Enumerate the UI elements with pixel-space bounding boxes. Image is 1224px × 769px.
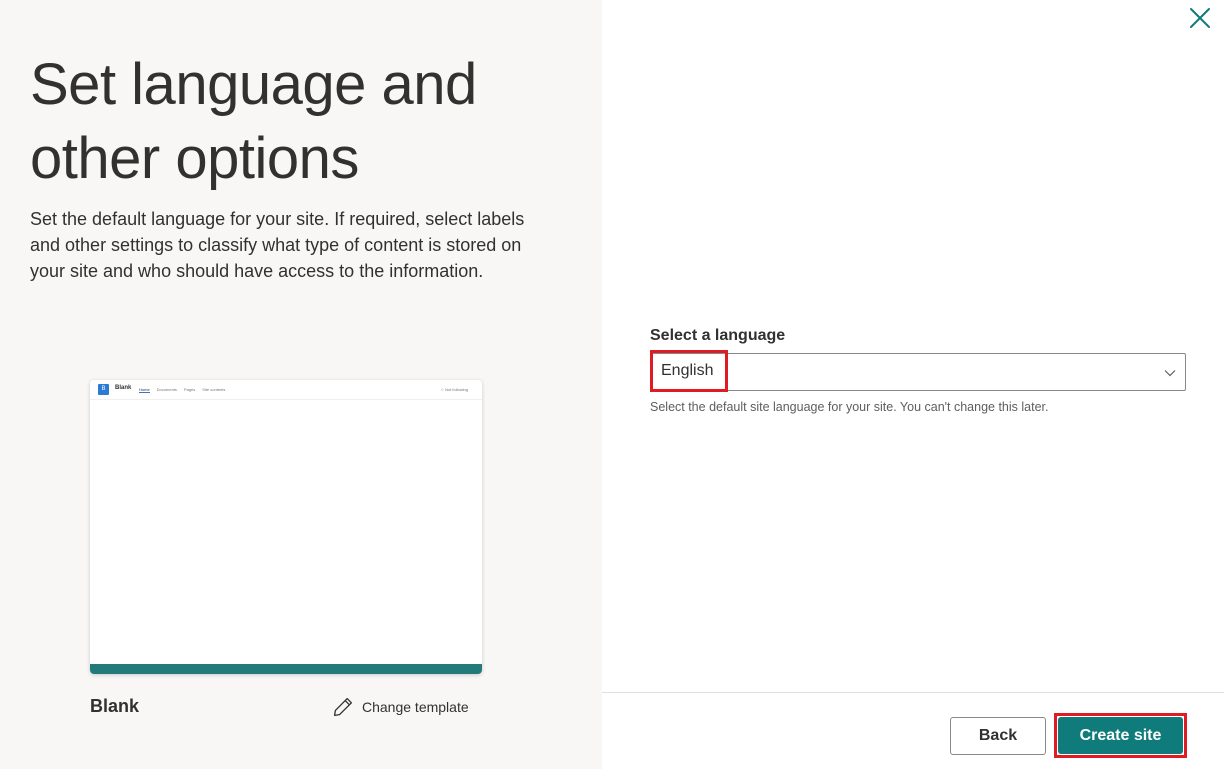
template-preview: B Blank Home Documents Pages Site conten… [90,380,482,674]
change-template-label: Change template [362,699,469,715]
preview-site-logo: B [98,384,109,395]
preview-nav-item: Documents [156,387,177,392]
preview-nav: Home Documents Pages Site contents [139,387,225,393]
page-description: Set the default language for your site. … [30,209,525,281]
change-template-link[interactable]: Change template [332,694,469,720]
template-name: Blank [90,696,140,716]
chevron-down-icon [1163,366,1177,380]
preview-nav-item: Site contents [202,387,226,392]
preview-header: B Blank Home Documents Pages Site conten… [90,380,482,400]
preview-nav-item: Pages [183,387,196,392]
language-help-text: Select the default site language for you… [650,400,1049,414]
language-dropdown[interactable]: English [650,350,1186,392]
page-title: Set language and other options [30,52,477,191]
create-site-button[interactable]: Create site [1058,717,1183,754]
preview-nav-item: Home [139,387,150,393]
language-selected-value: English [650,350,728,392]
close-icon[interactable] [1186,4,1214,32]
language-label: Select a language [650,327,786,344]
preview-site-name: Blank [115,385,132,391]
preview-follow: ☆ Not following [440,387,468,392]
footer-divider [602,692,1224,693]
pencil-icon [332,696,354,718]
preview-footer-bar [90,664,482,674]
back-button[interactable]: Back [950,717,1046,755]
left-panel: Set language and other options Set the d… [0,0,602,769]
